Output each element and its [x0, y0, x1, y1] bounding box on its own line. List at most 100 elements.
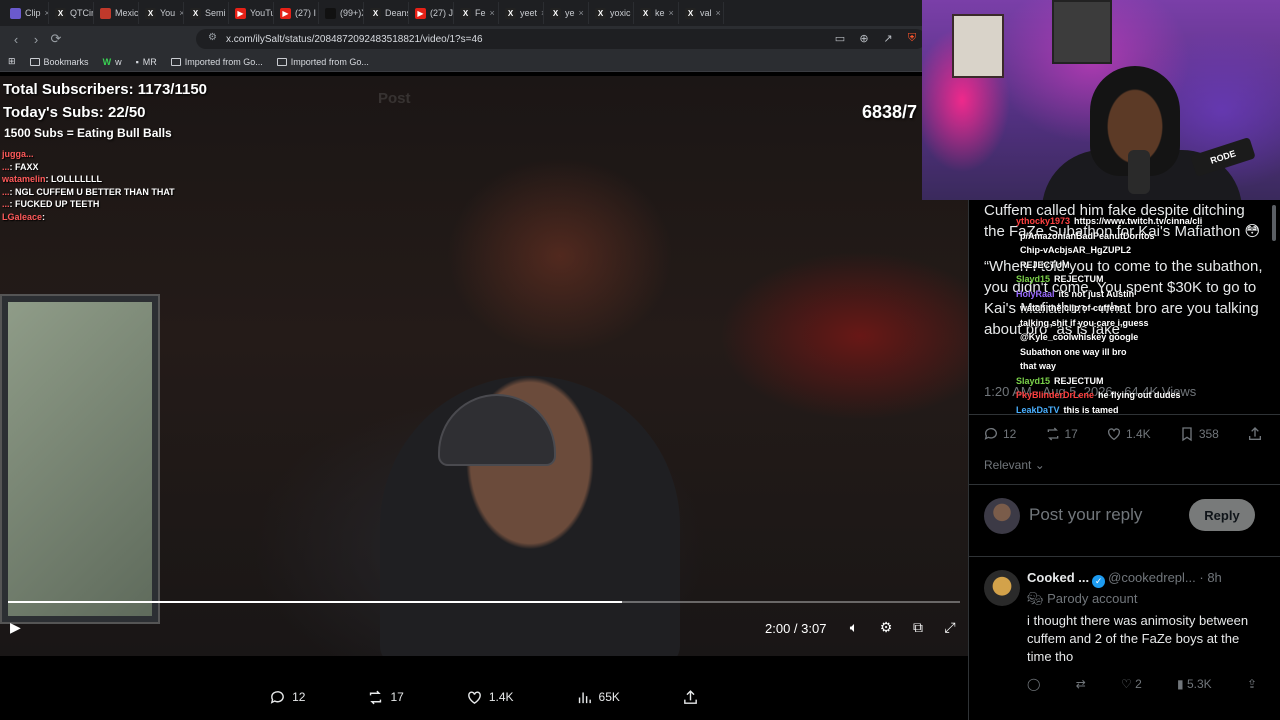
x-icon: X: [685, 7, 696, 19]
browser-tab[interactable]: X You ×: [139, 2, 184, 24]
browser-tab[interactable]: ▶(27) I×: [274, 2, 319, 24]
browser-tab[interactable]: Xye ×: [544, 2, 589, 24]
toolbar-right: ▭ ⊕ ↗ ⛨: [832, 29, 920, 47]
forward-arrow-icon[interactable]: ›: [26, 29, 46, 49]
browser-tab[interactable]: XDeans×: [364, 2, 409, 24]
reply-input[interactable]: Post your reply: [1029, 505, 1142, 525]
zoom-icon[interactable]: ⊕: [856, 29, 872, 47]
chat-message: that way: [1020, 361, 1057, 371]
bookmark-item[interactable]: Ww: [103, 57, 122, 67]
sort-relevant-dropdown[interactable]: Relevant ⌄: [984, 458, 1045, 472]
tab-label: (99+)X: [340, 8, 363, 18]
close-tab-icon[interactable]: ×: [716, 8, 721, 18]
heart-icon: ♡: [1121, 677, 1132, 691]
chat-line: p/AmazonianBadPeanutDoritos: [1016, 229, 1278, 244]
browser-tab[interactable]: Xyeet×: [499, 2, 544, 24]
browser-tab[interactable]: Xke ×: [634, 2, 679, 24]
chat-username: LeakDaTV: [1016, 404, 1060, 415]
browser-tab[interactable]: X Fe ×: [454, 2, 499, 24]
comment-author-name[interactable]: Cooked ...: [1027, 570, 1089, 585]
bookmark-item[interactable]: ▪ MR: [136, 57, 157, 67]
browser-tab[interactable]: (99+)X×: [319, 2, 364, 24]
x-icon: X: [505, 7, 516, 19]
browser-tab[interactable]: Clip×: [4, 2, 49, 24]
pip-icon[interactable]: ⧉: [909, 619, 927, 637]
reply-button[interactable]: Reply: [1189, 499, 1255, 531]
bookmark-label: Imported from Go...: [290, 56, 369, 67]
video-progress-fill: [8, 601, 623, 603]
views-action[interactable]: ▮ 5.3K: [1177, 677, 1212, 691]
share-icon[interactable]: ↗: [880, 29, 896, 47]
tab-label: You: [160, 8, 176, 18]
browser-tab[interactable]: XQTCin×: [49, 2, 94, 24]
close-tab-icon[interactable]: ×: [579, 8, 584, 18]
comment-header: Cooked ... ✓ @cookedrepl... · 8h: [1027, 570, 1277, 588]
chat-message: Subathon one way ill bro: [1020, 346, 1127, 357]
video-progress-bar[interactable]: [8, 601, 960, 603]
tab-label: val: [700, 8, 712, 18]
bookmark-item[interactable]: Bookmarks: [29, 57, 89, 67]
mask-icon: 🎭︎: [1027, 591, 1044, 606]
bookmark-label: w: [115, 56, 122, 67]
comment-text: i thought there was animosity between cu…: [1027, 613, 1249, 664]
share-action[interactable]: [682, 680, 699, 714]
browser-tab[interactable]: Xyoxic×: [589, 2, 634, 24]
youtube-icon: ▶: [415, 7, 426, 19]
video-action-bar: 12 17 1.4K 65K: [0, 680, 968, 714]
share-icon[interactable]: ⇪: [1247, 677, 1257, 691]
close-tab-icon[interactable]: ×: [669, 8, 674, 18]
view-count: 65K: [598, 690, 620, 704]
comment-time: · 8h: [1199, 570, 1222, 585]
chat-line: jugga...: [2, 148, 175, 161]
repost-action[interactable]: 17: [367, 680, 404, 714]
close-tab-icon[interactable]: ×: [490, 8, 495, 18]
repost-action[interactable]: 17: [1045, 426, 1078, 442]
comment-handle[interactable]: @cookedrepl...: [1108, 570, 1196, 585]
browser-tab[interactable]: Xval ×: [679, 2, 724, 24]
divider: [969, 556, 1280, 557]
reply-action[interactable]: 12: [269, 680, 305, 714]
share-action[interactable]: [1247, 426, 1263, 442]
comment-like-count: 2: [1135, 677, 1142, 691]
repost-count: 17: [390, 690, 404, 704]
like-action[interactable]: ♡ 2: [1121, 677, 1142, 691]
browser-tab[interactable]: ▶(27) Jir×: [409, 2, 454, 24]
address-bar[interactable]: ⚙ x.com/ilySalt/status/20848720924835188…: [196, 29, 926, 49]
brave-shield-icon[interactable]: ⛨: [904, 29, 920, 47]
tab-label: yeet: [520, 8, 538, 18]
tab-label: Mexic: [115, 8, 139, 18]
chat-message: this is tamed: [1063, 404, 1119, 415]
comment-avatar[interactable]: [984, 570, 1020, 606]
browser-tab[interactable]: ▶YouTul×: [229, 2, 274, 24]
reply-icon: [270, 690, 284, 704]
cast-icon[interactable]: ▭: [832, 29, 848, 47]
folder-icon: [170, 57, 181, 66]
chat-username: ...: [2, 161, 10, 172]
chat-line: ...: NGL CUFFEM U BETTER THAN THAT: [2, 186, 175, 199]
apps-grid-icon[interactable]: ⊞: [8, 56, 16, 67]
repost-icon[interactable]: ⇄: [1076, 677, 1086, 691]
settings-gear-icon[interactable]: ⚙: [877, 619, 895, 637]
play-icon[interactable]: ▶: [10, 619, 28, 637]
tab-label: (27) Jir: [430, 8, 454, 18]
browser-tab[interactable]: XSemi×: [184, 2, 229, 24]
volume-icon[interactable]: 🔈︎: [845, 619, 863, 637]
site-info-icon[interactable]: ⚙: [208, 32, 217, 43]
tab-label: (27) I: [295, 8, 317, 18]
like-action[interactable]: 1.4K: [466, 680, 514, 714]
like-action[interactable]: 1.4K: [1106, 426, 1151, 442]
bookmark-item[interactable]: Imported from Go...: [276, 56, 369, 67]
today-subs: Today's Subs: 22/50: [3, 104, 146, 121]
fullscreen-icon[interactable]: ⤢: [941, 619, 959, 637]
browser-tab[interactable]: Mexic×: [94, 2, 139, 24]
reload-icon[interactable]: ⟳: [46, 29, 66, 49]
reply-action[interactable]: 12: [983, 426, 1016, 442]
x-icon: X: [145, 7, 156, 19]
bookmark-action[interactable]: 358: [1179, 426, 1219, 442]
back-arrow-icon[interactable]: ‹: [6, 29, 26, 49]
views-action[interactable]: 65K: [576, 680, 620, 714]
chat-message: REJECTUM: [1054, 274, 1104, 284]
reply-icon[interactable]: ◯: [1027, 677, 1040, 691]
repost-icon: [370, 690, 382, 704]
bookmark-item[interactable]: Imported from Go...: [170, 57, 263, 67]
